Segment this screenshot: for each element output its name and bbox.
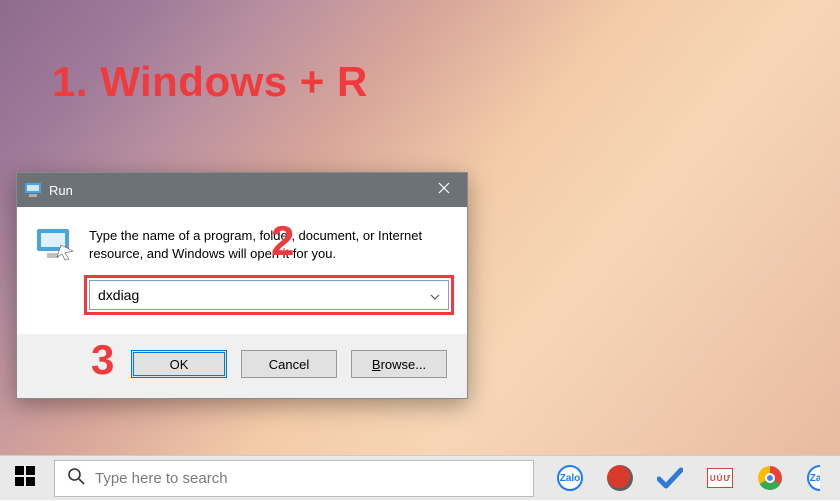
open-combobox-value: dxdiag [98, 287, 139, 303]
taskbar: Type here to search Zalo UÚƯ Zalo [0, 455, 840, 500]
tray-unikey[interactable]: UÚƯ [706, 464, 734, 492]
run-body-icon [35, 227, 75, 261]
ok-button[interactable]: OK [131, 350, 227, 378]
zalo-icon: Zalo [807, 465, 833, 491]
tray-zalo[interactable]: Zalo [556, 464, 584, 492]
cancel-button-label: Cancel [269, 357, 309, 372]
open-combobox[interactable]: dxdiag [89, 280, 449, 310]
cancel-button[interactable]: Cancel [241, 350, 337, 378]
tray-zalo-2[interactable]: Zalo [806, 464, 834, 492]
run-dialog-title: Run [49, 183, 73, 198]
browse-button[interactable]: Browse... [351, 350, 447, 378]
tray-todo[interactable] [656, 464, 684, 492]
search-icon [67, 467, 85, 490]
tray-ccleaner[interactable] [606, 464, 634, 492]
zalo-icon: Zalo [557, 465, 583, 491]
run-dialog-titlebar[interactable]: Run [17, 173, 467, 207]
checkmark-icon [657, 467, 683, 489]
annotation-step-2: 2 [271, 217, 294, 265]
ccleaner-icon [607, 465, 633, 491]
search-placeholder: Type here to search [95, 470, 228, 487]
run-dialog: Run 2 Type the name of a program, folder… [16, 172, 468, 399]
taskbar-search[interactable]: Type here to search [54, 460, 534, 497]
chrome-icon [758, 466, 782, 490]
close-button[interactable] [421, 173, 467, 207]
ok-button-label: OK [170, 357, 189, 372]
unikey-icon: UÚƯ [707, 468, 733, 488]
start-button[interactable] [0, 456, 50, 501]
run-instructions-text: Type the name of a program, folder, docu… [89, 227, 449, 262]
windows-logo-icon [15, 466, 35, 491]
browse-button-label: Browse... [372, 357, 426, 372]
annotation-step-1: 1. Windows + R [52, 58, 368, 106]
close-icon [438, 181, 450, 199]
annotation-step-3: 3 [91, 336, 114, 384]
run-title-icon [25, 183, 41, 197]
chevron-down-icon [430, 287, 440, 303]
tray-chrome[interactable] [756, 464, 784, 492]
system-tray: Zalo UÚƯ Zalo [556, 464, 840, 492]
